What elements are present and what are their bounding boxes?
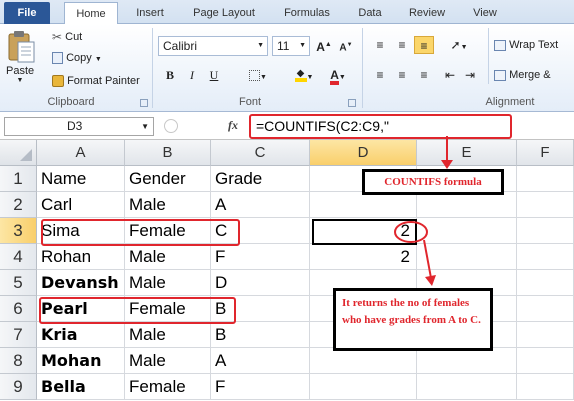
result-arrow — [423, 239, 432, 279]
arrowhead-icon — [425, 275, 436, 286]
result-circle — [394, 221, 428, 243]
arrowhead-icon — [441, 160, 453, 169]
annotation-arrows — [394, 136, 453, 286]
